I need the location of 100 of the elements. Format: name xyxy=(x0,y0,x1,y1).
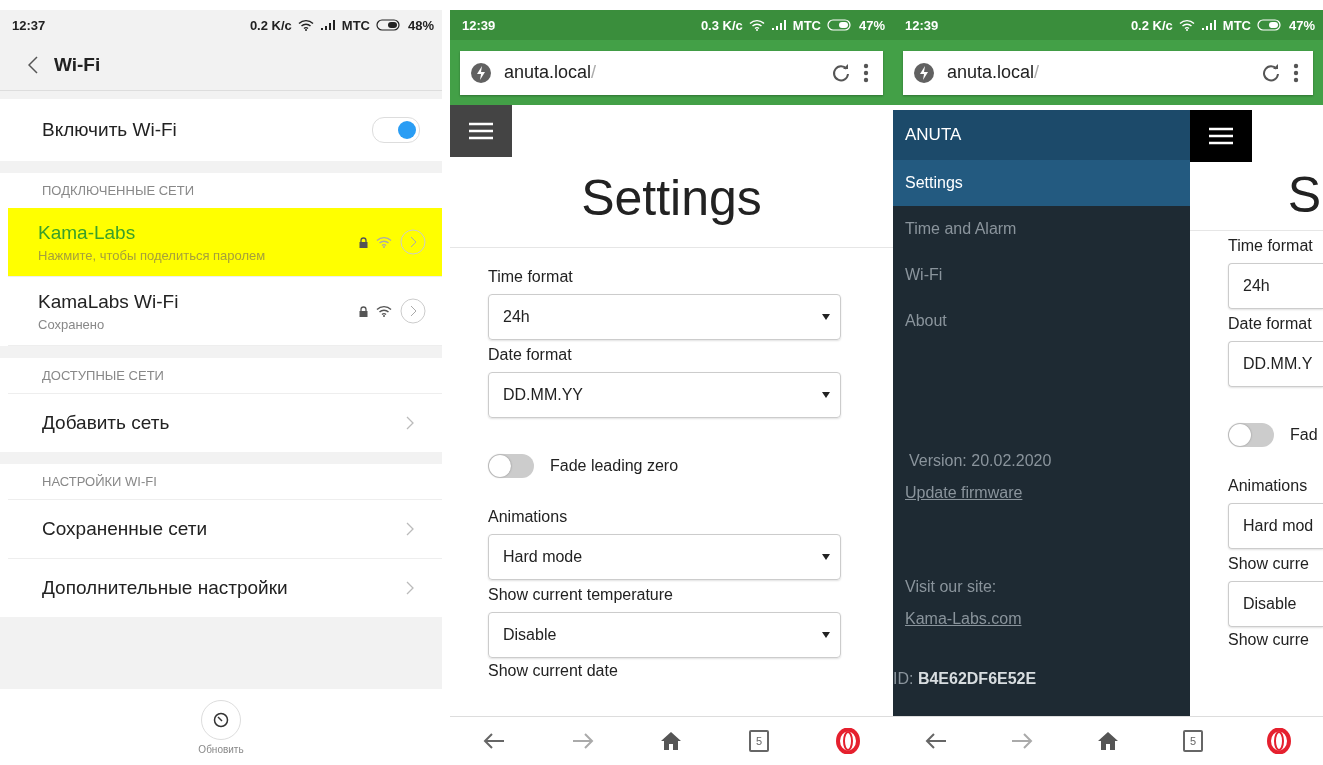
battery-icon xyxy=(1256,19,1283,31)
dropdown-field[interactable]: Hard mode xyxy=(488,534,841,580)
opera-logo-icon[interactable] xyxy=(835,728,860,754)
bolt-icon xyxy=(470,61,492,84)
back-arrow-icon[interactable] xyxy=(483,732,506,750)
carrier-name: MTC xyxy=(341,17,370,33)
bolt-icon xyxy=(913,61,935,84)
dropdown-field[interactable]: Disable xyxy=(488,612,841,658)
field-label: Animations xyxy=(488,508,569,526)
field-label: Show current date xyxy=(488,662,619,680)
section-header: ДОСТУПНЫЕ СЕТИ xyxy=(41,367,165,385)
site-link[interactable]: Kama-Labs.com xyxy=(905,610,1022,628)
battery-percent: 48% xyxy=(407,17,434,33)
menu-button[interactable] xyxy=(450,105,512,157)
menu-item[interactable]: Wi-Fi xyxy=(893,252,1190,298)
field-label: Animations xyxy=(1228,477,1309,495)
menu-item[interactable]: Дополнительные настройки xyxy=(42,577,288,599)
version-text: Version: 20.02.2020 xyxy=(909,452,1053,470)
battery-percent: 47% xyxy=(1288,17,1315,33)
gauge-icon xyxy=(213,711,229,728)
home-icon[interactable] xyxy=(1097,731,1119,751)
field-label: Show current temperature xyxy=(488,586,674,604)
field-label: Date format xyxy=(1228,315,1313,333)
back-arrow-icon[interactable] xyxy=(925,732,947,750)
network-status: Нажмите, чтобы поделиться паролем xyxy=(38,247,267,263)
chevron-right-icon xyxy=(406,522,414,536)
network-speed: 0.3 K/c xyxy=(700,17,743,33)
visit-label: Visit our site: xyxy=(905,578,998,596)
clock: 12:39 xyxy=(905,17,939,33)
tabs-button[interactable]: 5 xyxy=(1183,730,1203,752)
reload-icon[interactable] xyxy=(831,62,851,83)
signal-icon xyxy=(1200,19,1217,31)
toggle-label: Fade leading zero xyxy=(550,457,679,475)
toggle-switch[interactable] xyxy=(372,117,420,143)
clock: 12:39 xyxy=(462,17,496,33)
chevron-right-icon xyxy=(406,581,414,595)
opera-logo-icon[interactable] xyxy=(1267,728,1291,754)
dropdown-field[interactable]: 24h xyxy=(488,294,841,340)
lock-icon xyxy=(359,236,368,248)
battery-percent: 47% xyxy=(858,17,885,33)
network-speed: 0.2 K/c xyxy=(1130,17,1173,33)
wifi-icon xyxy=(748,19,765,31)
field-label: Show curre xyxy=(1228,631,1310,649)
refresh-label: Обновить xyxy=(198,743,244,755)
lock-icon xyxy=(359,305,368,317)
dropdown-field[interactable]: Hard mod xyxy=(1228,503,1323,549)
network-name: Kama-Labs xyxy=(38,221,137,244)
device-id: ID: B4E62DF6E52E xyxy=(893,670,1038,688)
signal-icon xyxy=(319,19,336,31)
menu-item[interactable]: Добавить сеть xyxy=(42,412,170,434)
setting-label: Включить Wi-Fi xyxy=(42,119,177,141)
chevron-right-icon xyxy=(406,416,414,430)
signal-icon xyxy=(770,19,787,31)
brand-title: ANUTA xyxy=(893,110,1190,160)
caret-icon xyxy=(822,632,830,638)
caret-icon xyxy=(822,392,830,398)
more-options-icon[interactable] xyxy=(863,61,869,84)
dropdown-field[interactable]: Disable xyxy=(1228,581,1323,627)
address-bar[interactable]: anuta.local/ xyxy=(903,50,1313,95)
toggle-switch[interactable] xyxy=(488,454,534,478)
menu-icon xyxy=(469,122,493,140)
caret-icon xyxy=(822,314,830,320)
toggle-label: Fad xyxy=(1290,426,1318,444)
caret-icon xyxy=(822,554,830,560)
wifi-icon xyxy=(297,19,314,31)
home-icon[interactable] xyxy=(660,731,683,751)
menu-item[interactable]: Time and Alarm xyxy=(893,206,1190,252)
address-bar[interactable]: anuta.local/ xyxy=(460,50,883,95)
section-header: ПОДКЛЮЧЕННЫЕ СЕТИ xyxy=(41,182,196,200)
field-label: Show curre xyxy=(1228,555,1310,573)
menu-button[interactable] xyxy=(1190,110,1252,162)
field-label: Time format xyxy=(1228,237,1314,255)
carrier-name: MTC xyxy=(1222,17,1251,33)
wifi-icon xyxy=(376,236,392,248)
network-name: KamaLabs Wi-Fi xyxy=(38,290,180,313)
menu-item[interactable]: Settings xyxy=(893,160,1190,206)
dropdown-field[interactable]: DD.MM.Y xyxy=(1228,341,1323,387)
battery-icon xyxy=(826,19,853,31)
menu-item[interactable]: Сохраненные сети xyxy=(42,518,207,540)
network-speed: 0.2 K/c xyxy=(249,17,292,33)
field-label: Time format xyxy=(488,268,574,286)
reload-icon[interactable] xyxy=(1261,62,1281,83)
refresh-button[interactable] xyxy=(201,699,241,740)
tabs-button[interactable]: 5 xyxy=(749,730,770,752)
back-chevron-icon[interactable] xyxy=(28,56,38,74)
carrier-name: MTC xyxy=(792,17,821,33)
section-header: НАСТРОЙКИ WI-FI xyxy=(41,473,158,491)
clock: 12:37 xyxy=(12,17,46,33)
dropdown-field[interactable]: 24h xyxy=(1228,263,1323,309)
toggle-switch[interactable] xyxy=(1228,423,1274,447)
dropdown-field[interactable]: DD.MM.YY xyxy=(488,372,841,418)
network-row[interactable]: KamaLabs Wi-Fi Сохранено xyxy=(8,277,442,346)
more-options-icon[interactable] xyxy=(1293,61,1299,84)
wifi-icon xyxy=(1178,19,1195,31)
page-heading: S xyxy=(1287,166,1322,224)
wifi-icon xyxy=(376,305,392,317)
field-label: Date format xyxy=(488,346,573,364)
update-link[interactable]: Update firmware xyxy=(905,484,1023,502)
network-status: Сохранено xyxy=(38,316,106,332)
menu-item[interactable]: About xyxy=(893,298,1190,344)
